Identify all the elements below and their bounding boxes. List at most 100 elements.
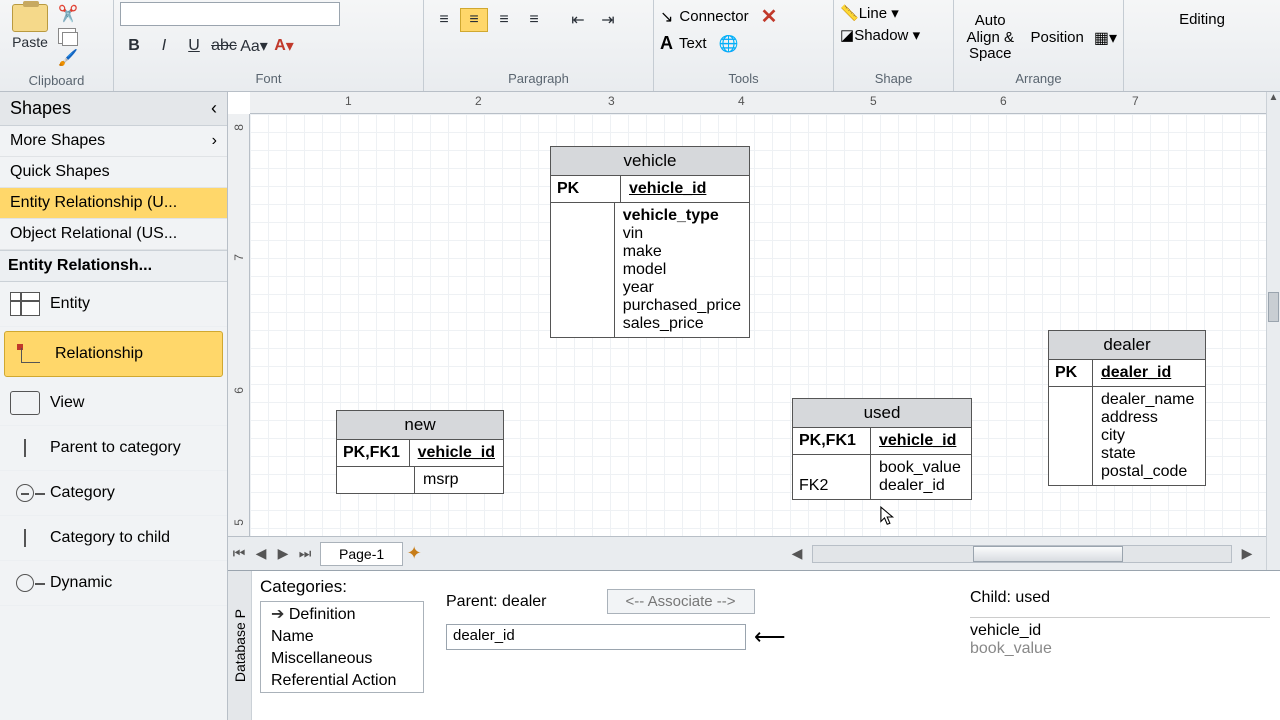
entity-title: used — [793, 399, 971, 428]
parent-to-category-icon — [10, 436, 40, 460]
paste-label: Paste — [12, 34, 48, 50]
vscroll-up[interactable]: ▲ — [1267, 92, 1280, 110]
position-button[interactable]: Position — [1030, 30, 1083, 47]
dynamic-icon — [10, 571, 40, 595]
paste-icon — [12, 4, 48, 32]
shadow-tool[interactable]: Shadow — [854, 27, 908, 44]
database-properties-panel: Database P Categories: Definition Name M… — [228, 570, 1280, 720]
hscroll-right[interactable]: ▶ — [1236, 545, 1258, 562]
category-to-child-icon — [10, 526, 40, 550]
bold-button[interactable]: B — [120, 34, 148, 58]
relationship-icon — [15, 342, 45, 366]
category-icon — [10, 481, 40, 505]
quick-shapes[interactable]: Quick Shapes — [0, 157, 227, 188]
paragraph-group-label: Paragraph — [430, 68, 647, 91]
ruler-horizontal: 1 2 3 4 5 6 7 — [250, 92, 1266, 114]
line-icon: 📏 — [840, 5, 859, 22]
increase-indent-button[interactable]: ⇥ — [594, 8, 622, 32]
category-name[interactable]: Name — [261, 626, 423, 648]
category-refaction[interactable]: Referential Action — [261, 670, 423, 692]
more-shapes[interactable]: More Shapes› — [0, 126, 227, 157]
ink-icon[interactable]: 🌐 — [719, 34, 739, 54]
parent-label: Parent: dealer — [446, 593, 547, 611]
paste-button[interactable]: Paste — [6, 2, 54, 52]
align-center-button[interactable]: ≡ — [460, 8, 488, 32]
stencil-object-relational[interactable]: Object Relational (US... — [0, 219, 227, 250]
vscroll[interactable]: ▲ — [1266, 92, 1280, 570]
prev-page-button[interactable]: ◀ — [250, 545, 272, 562]
copy-icon[interactable] — [58, 28, 76, 44]
db-panel-label: Database P — [228, 571, 252, 720]
new-page-button[interactable]: ✦ — [403, 543, 425, 564]
arrange-group-label: Arrange — [960, 68, 1117, 91]
align-right-button[interactable]: ≡ — [490, 8, 518, 32]
page-tab[interactable]: Page-1 — [320, 542, 403, 566]
category-definition[interactable]: Definition — [261, 602, 423, 626]
child-fields-list[interactable]: vehicle_id book_value — [970, 617, 1270, 658]
first-page-button[interactable]: ⏮ — [228, 545, 250, 562]
shape-parent-to-category[interactable]: Parent to category — [0, 426, 227, 471]
associate-button[interactable]: <-- Associate --> — [607, 589, 755, 614]
ribbon: Paste ✂️ 🖌️ Clipboard B I U abc Aa▾ A▾ F… — [0, 0, 1280, 92]
auto-align-button[interactable]: Auto Align & Space — [960, 13, 1020, 63]
text-tool-icon: A — [660, 33, 673, 54]
editing-button[interactable]: Editing — [1179, 12, 1225, 29]
strike-button[interactable]: abc — [210, 34, 238, 58]
last-page-button[interactable]: ⏭ — [294, 545, 316, 562]
align-left-button[interactable]: ≡ — [430, 8, 458, 32]
entity-title: vehicle — [551, 147, 749, 176]
page-tabs: ⏮ ◀ ▶ ⏭ Page-1 ✦ ◀ ▶ — [228, 536, 1266, 570]
tools-group-label: Tools — [660, 68, 827, 91]
text-tool[interactable]: Text — [679, 35, 707, 52]
italic-button[interactable]: I — [150, 34, 178, 58]
stencil-entity-relationship[interactable]: Entity Relationship (U... — [0, 188, 227, 219]
ruler-vertical: 8 7 6 5 — [228, 114, 250, 570]
shape-dynamic[interactable]: Dynamic — [0, 561, 227, 606]
categories-list[interactable]: Definition Name Miscellaneous Referentia… — [260, 601, 424, 693]
connector-tool[interactable]: Connector — [679, 8, 748, 25]
parent-field-combo[interactable]: dealer_id — [446, 624, 746, 650]
close-icon[interactable]: ✕ — [761, 4, 778, 29]
shape-category[interactable]: Category — [0, 471, 227, 516]
font-group-label: Font — [120, 68, 417, 91]
decrease-indent-button[interactable]: ⇤ — [564, 8, 592, 32]
shapes-panel: Shapes ‹ More Shapes› Quick Shapes Entit… — [0, 92, 228, 720]
shape-category-to-child[interactable]: Category to child — [0, 516, 227, 561]
map-arrow-icon: ⟵ — [754, 624, 786, 650]
next-page-button[interactable]: ▶ — [272, 545, 294, 562]
entity-title: dealer — [1049, 331, 1205, 360]
entity-icon — [10, 292, 40, 316]
entity-dealer[interactable]: dealer PK dealer_id dealer_name address … — [1048, 330, 1206, 486]
justify-button[interactable]: ≡ — [520, 8, 548, 32]
arrange-more-icon[interactable]: ▦▾ — [1094, 28, 1117, 48]
hscroll-thumb[interactable] — [973, 546, 1123, 562]
shape-view[interactable]: View — [0, 381, 227, 426]
shape-group-label: Shape — [840, 68, 947, 91]
collapse-icon[interactable]: ‹ — [211, 98, 217, 119]
connector-icon: ↘ — [660, 7, 673, 27]
view-icon — [10, 391, 40, 415]
font-color-button[interactable]: A▾ — [270, 34, 298, 58]
line-tool[interactable]: Line — [859, 5, 887, 22]
shadow-icon: ◪ — [840, 27, 854, 44]
format-painter-icon[interactable]: 🖌️ — [58, 48, 80, 70]
canvas-area: 1 2 3 4 5 6 7 8 7 6 5 vehicle PK vehicle… — [228, 92, 1266, 570]
shape-relationship[interactable]: Relationship — [4, 331, 223, 377]
font-size-button[interactable]: Aa▾ — [240, 34, 268, 58]
clipboard-group-label: Clipboard — [6, 70, 107, 93]
categories-label: Categories: — [260, 577, 424, 597]
font-picker[interactable] — [120, 2, 340, 26]
child-label: Child: used — [970, 589, 1270, 607]
shapes-header[interactable]: Shapes ‹ — [0, 92, 227, 126]
vscroll-thumb[interactable] — [1268, 292, 1279, 322]
category-misc[interactable]: Miscellaneous — [261, 648, 423, 670]
entity-vehicle[interactable]: vehicle PK vehicle_id vehicle_type vin m… — [550, 146, 750, 338]
shape-entity[interactable]: Entity — [0, 282, 227, 327]
underline-button[interactable]: U — [180, 34, 208, 58]
hscroll-left[interactable]: ◀ — [786, 545, 808, 562]
cut-icon[interactable]: ✂️ — [58, 4, 80, 24]
entity-used[interactable]: used PK,FK1 vehicle_id FK2 book_value de… — [792, 398, 972, 500]
entity-new[interactable]: new PK,FK1 vehicle_id msrp — [336, 410, 504, 494]
drawing-canvas[interactable]: vehicle PK vehicle_id vehicle_type vin m… — [250, 114, 1266, 536]
hscroll-track[interactable] — [812, 545, 1232, 563]
